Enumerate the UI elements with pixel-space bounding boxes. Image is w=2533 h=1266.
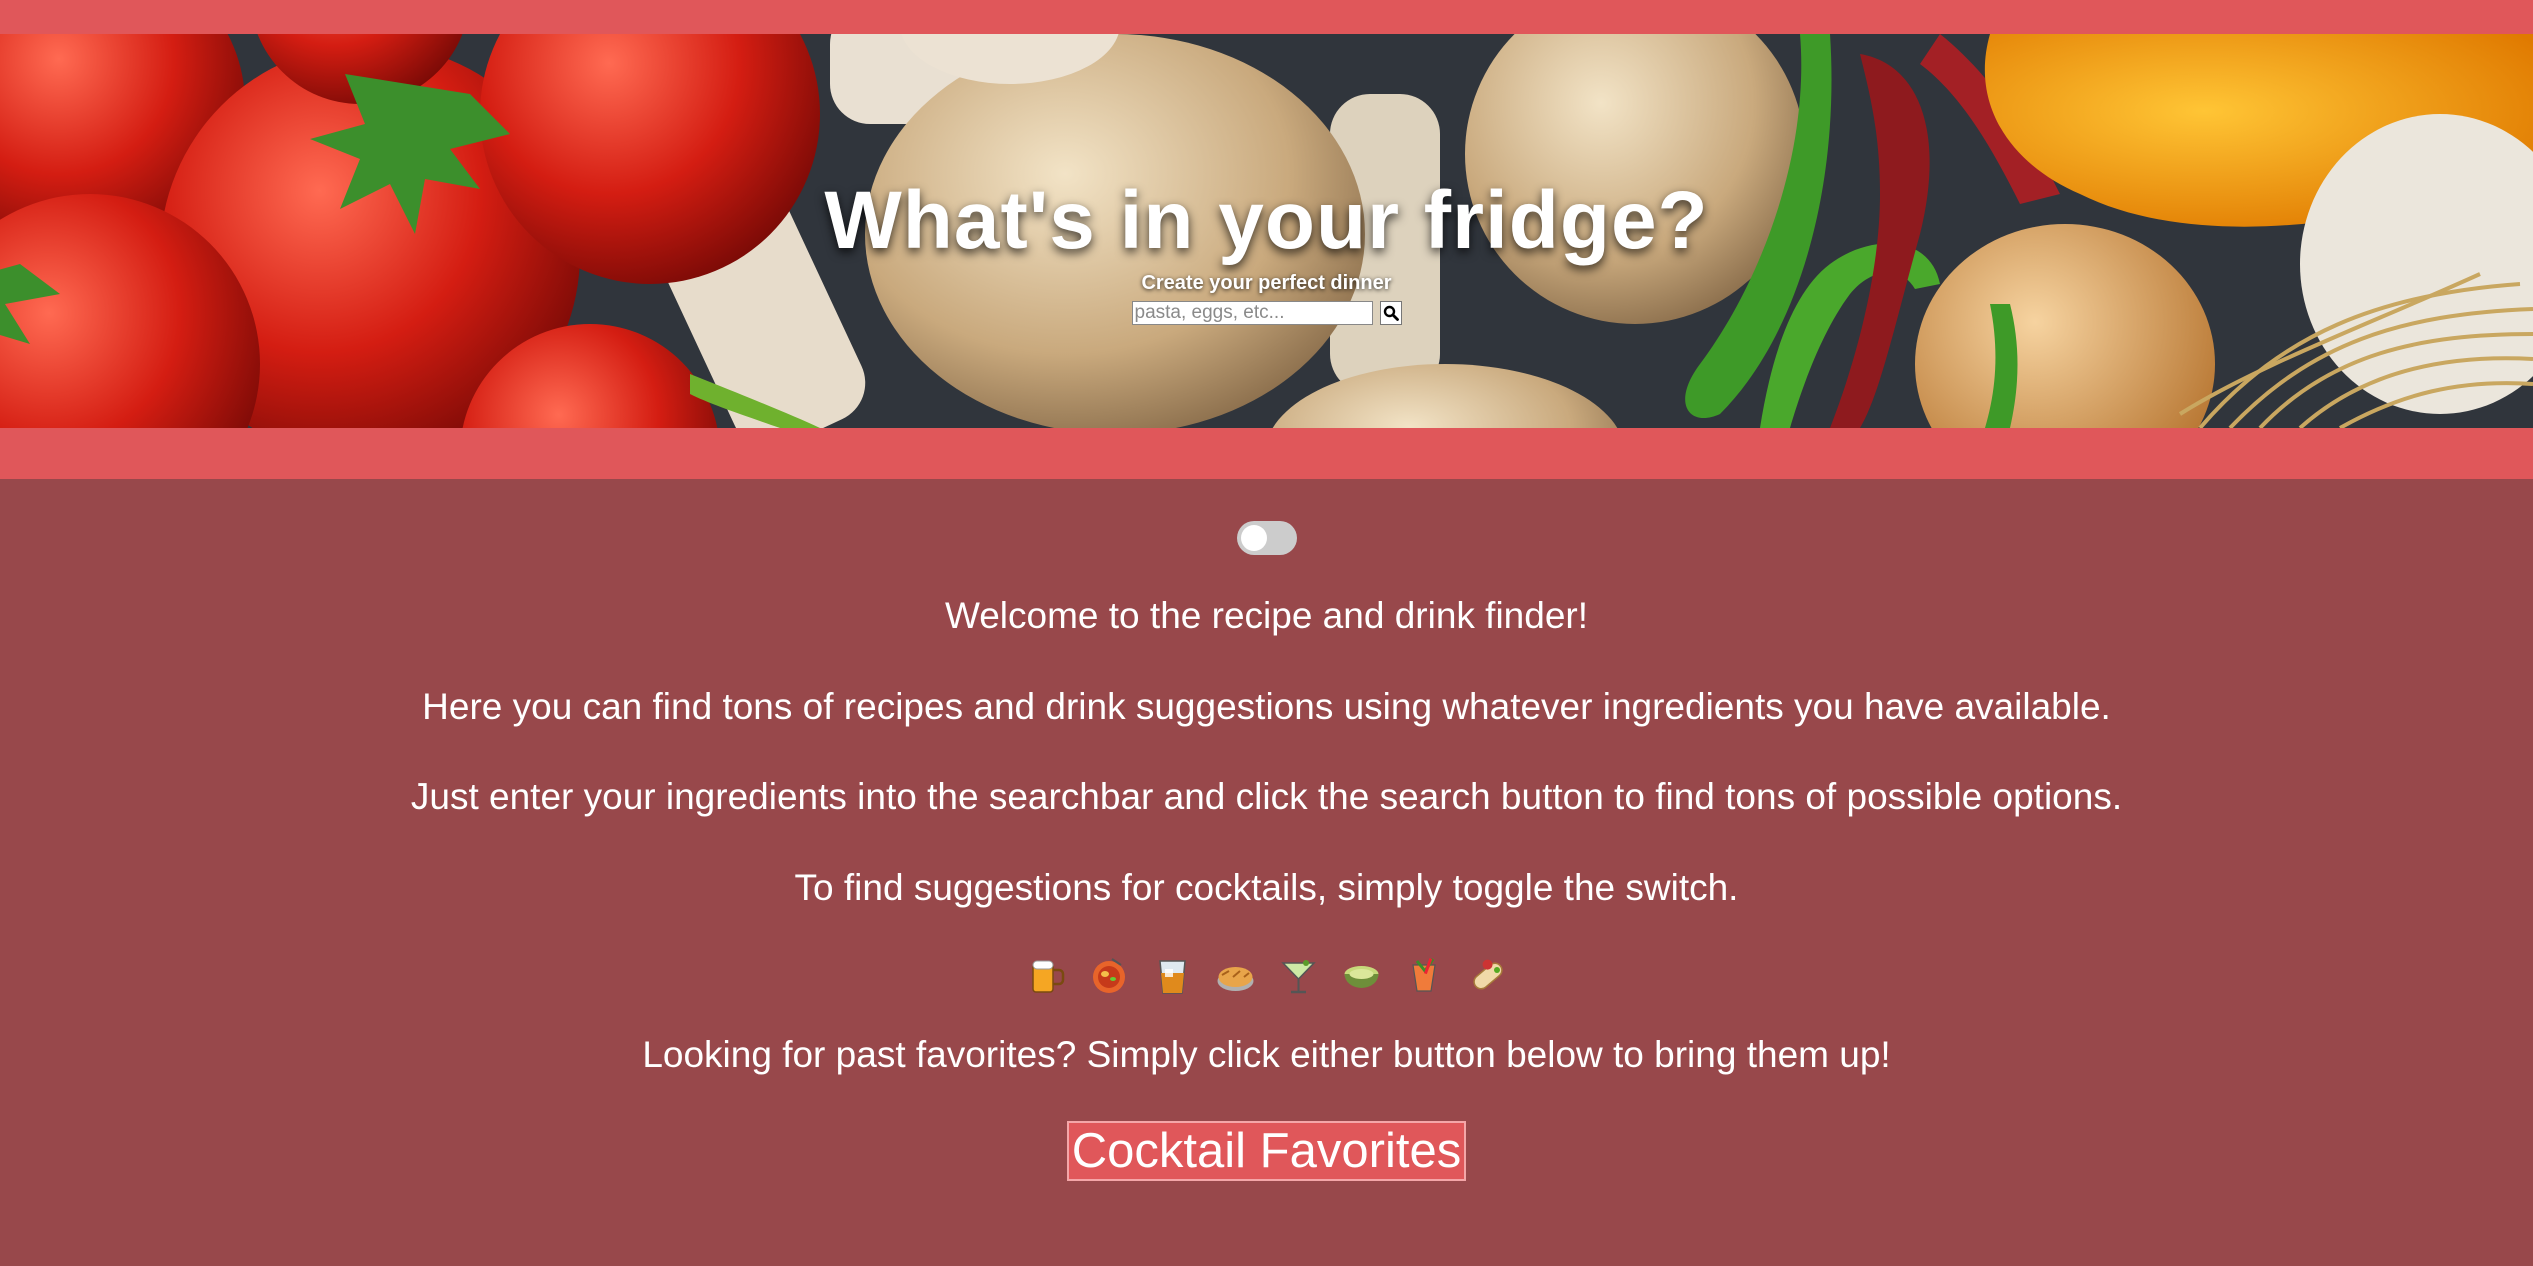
magnifying-glass-icon — [1383, 305, 1399, 321]
favorites-prompt: Looking for past favorites? Simply click… — [642, 1034, 1891, 1076]
hero-banner: What's in your fridge? Create your perfe… — [0, 34, 2533, 428]
beer-mug-icon — [1025, 955, 1068, 998]
header-bottom-band — [0, 428, 2533, 479]
steaming-bowl-icon — [1088, 955, 1131, 998]
intro-text-search: Just enter your ingredients into the sea… — [410, 776, 2123, 818]
cocktail-favorites-button[interactable]: Cocktail Favorites — [1066, 1120, 1467, 1181]
green-bowl-icon — [1340, 955, 1383, 998]
intro-text-toggle: To find suggestions for cocktails, simpl… — [794, 866, 1739, 908]
welcome-text: Welcome to the recipe and drink finder! — [944, 595, 1589, 636]
cocktail-mode-toggle[interactable] — [1236, 521, 1297, 555]
intro-text-recipes: Here you can find tons of recipes and dr… — [422, 685, 2111, 727]
search-bar — [0, 301, 2533, 325]
ingredient-search-input[interactable] — [1131, 301, 1373, 325]
pie-icon — [1214, 955, 1257, 998]
hero-subtitle: Create your perfect dinner — [1141, 272, 1392, 294]
header-top-band — [0, 0, 2533, 34]
cocktail-glass-icon — [1277, 955, 1320, 998]
hero-title: What's in your fridge? — [824, 175, 1709, 266]
toggle-knob — [1240, 525, 1267, 551]
search-button[interactable] — [1379, 301, 1402, 325]
main-content: Welcome to the recipe and drink finder! … — [0, 479, 2533, 1181]
tumbler-glass-icon — [1151, 955, 1194, 998]
tropical-drink-icon — [1403, 955, 1446, 998]
food-emoji-row — [0, 955, 2533, 998]
burrito-icon — [1466, 955, 1509, 998]
